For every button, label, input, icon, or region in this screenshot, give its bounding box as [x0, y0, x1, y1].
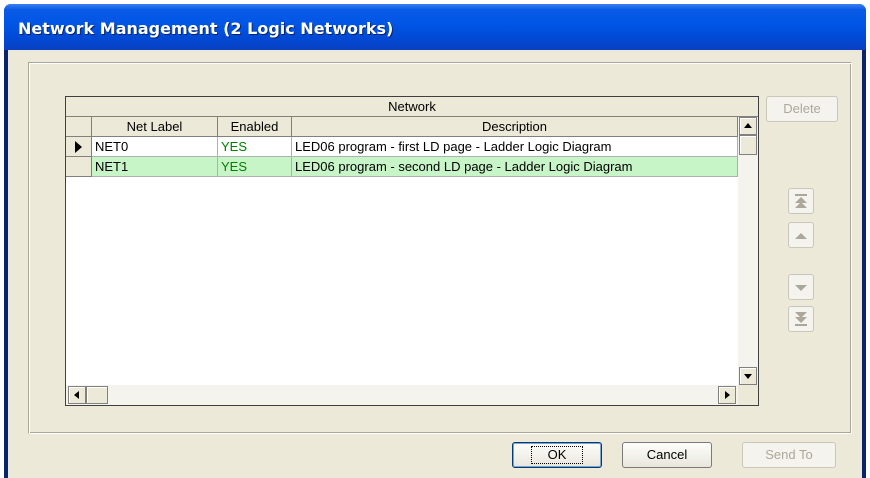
cell-net-label[interactable]: NET1	[92, 157, 218, 177]
current-row-arrow-icon	[75, 141, 82, 153]
move-down-button[interactable]	[788, 274, 814, 300]
scroll-down-button[interactable]	[739, 367, 757, 385]
grid-caption: Network	[66, 97, 758, 117]
column-header-net-label[interactable]: Net Label	[92, 117, 218, 137]
scrollbar-corner	[738, 385, 758, 405]
window-title: Network Management (2 Logic Networks)	[18, 19, 394, 38]
cell-enabled[interactable]: YES	[218, 157, 292, 177]
scroll-left-button[interactable]	[68, 386, 86, 404]
cancel-button[interactable]: Cancel	[622, 442, 712, 468]
scroll-up-icon	[744, 123, 752, 128]
delete-button[interactable]: Delete	[766, 96, 838, 122]
cell-description[interactable]: LED06 program - first LD page - Ladder L…	[292, 137, 738, 157]
scroll-left-icon	[74, 391, 79, 399]
up-arrow-icon	[795, 233, 807, 239]
send-to-button[interactable]: Send To	[742, 442, 836, 468]
row-indicator[interactable]	[66, 157, 92, 177]
move-to-bottom-button[interactable]	[788, 306, 814, 332]
ok-button[interactable]: OK	[512, 442, 602, 468]
title-bar[interactable]: Network Management (2 Logic Networks)	[4, 4, 866, 50]
cell-description[interactable]: LED06 program - second LD page - Ladder …	[292, 157, 738, 177]
scroll-right-button[interactable]	[718, 386, 736, 404]
dialog-body: Network Net Label Enabled Description NE…	[8, 50, 862, 478]
dialog-window: Network Management (2 Logic Networks) Ne…	[4, 4, 866, 478]
row-indicator-header	[66, 117, 92, 137]
down-arrow-icon	[795, 285, 807, 291]
move-up-button[interactable]	[788, 222, 814, 248]
network-grid[interactable]: Network Net Label Enabled Description NE…	[65, 96, 759, 406]
horizontal-scroll-thumb[interactable]	[86, 386, 108, 404]
column-header-description[interactable]: Description	[292, 117, 738, 137]
move-to-top-button[interactable]	[788, 188, 814, 214]
vertical-scroll-thumb[interactable]	[739, 135, 757, 155]
ok-button-label: OK	[530, 446, 584, 464]
scroll-up-button[interactable]	[739, 117, 757, 135]
cell-net-label[interactable]: NET0	[92, 137, 218, 157]
horizontal-scrollbar[interactable]	[66, 385, 738, 405]
vertical-scrollbar[interactable]	[738, 117, 758, 397]
row-indicator[interactable]	[66, 137, 92, 157]
column-header-enabled[interactable]: Enabled	[218, 117, 292, 137]
cell-enabled[interactable]: YES	[218, 137, 292, 157]
scroll-right-icon	[725, 391, 730, 399]
scroll-down-icon	[744, 374, 752, 379]
